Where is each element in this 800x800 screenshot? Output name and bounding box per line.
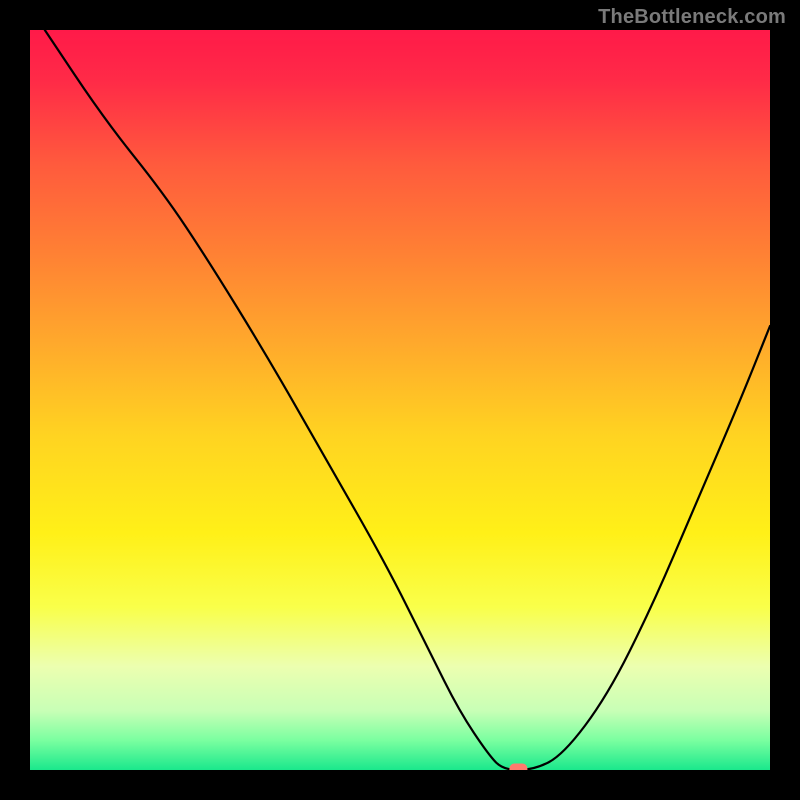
watermark-label: TheBottleneck.com [598,6,786,29]
plot-area [30,30,770,770]
bottleneck-chart [30,30,770,770]
optimal-marker [509,764,527,771]
gradient-background [30,30,770,770]
chart-frame: TheBottleneck.com [0,0,800,800]
